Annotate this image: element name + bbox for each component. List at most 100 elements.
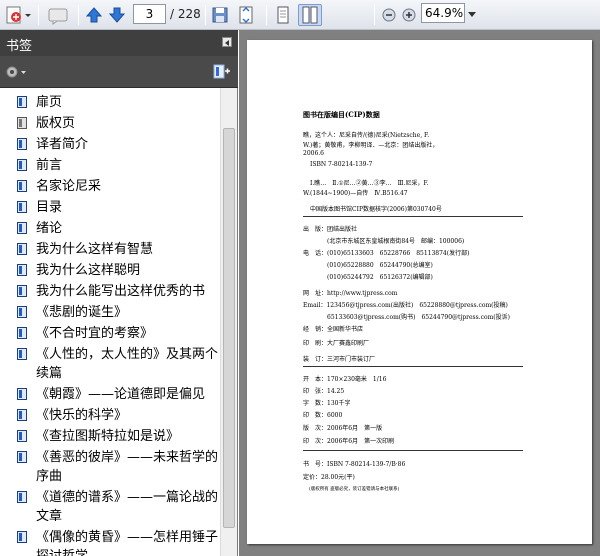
divider bbox=[303, 366, 523, 367]
zoom-dropdown-icon[interactable] bbox=[466, 4, 478, 26]
bookmark-icon bbox=[17, 388, 27, 400]
collapse-panel-icon[interactable] bbox=[222, 37, 232, 47]
toolbar-separator bbox=[205, 5, 206, 25]
next-page-icon[interactable] bbox=[107, 4, 127, 26]
bookmark-item[interactable]: 版权页 bbox=[0, 113, 220, 134]
bookmark-item[interactable]: 《朝霞》——论道德即是偏见 bbox=[0, 384, 220, 405]
bookmark-icon bbox=[17, 159, 27, 171]
bookmark-item[interactable]: 我为什么这样有智慧 bbox=[0, 239, 220, 260]
bookmark-item[interactable]: 译者简介 bbox=[0, 134, 220, 155]
publisher-line: Email：123456@tjpress.com(出版社) 65228880@t… bbox=[303, 302, 508, 309]
toolbar-separator bbox=[374, 5, 375, 25]
bookmark-icon bbox=[17, 96, 27, 108]
save-icon[interactable] bbox=[210, 4, 230, 26]
previous-page-icon[interactable] bbox=[84, 4, 104, 26]
bookmark-label: 《悲剧的诞生》 bbox=[36, 305, 128, 320]
spec-line: 开 本：170×230毫米 1/16 bbox=[303, 376, 387, 383]
publisher-line: 65133603@tjpress.com(购书) 65244790@tjpres… bbox=[303, 314, 510, 321]
bookmark-label: 前言 bbox=[36, 158, 63, 173]
bookmark-item[interactable]: 扉页 bbox=[0, 92, 220, 113]
bookmark-label: 版权页 bbox=[36, 116, 76, 131]
zoom-in-icon[interactable] bbox=[401, 4, 417, 26]
scrollbar-thumb[interactable] bbox=[223, 128, 235, 528]
two-page-view-icon[interactable] bbox=[298, 4, 322, 26]
page-total-label: / 228 bbox=[170, 7, 201, 21]
publisher-line: 出 版：团结出版社 bbox=[303, 226, 358, 233]
bookmark-label: 《不合时宜的考察》 bbox=[36, 326, 154, 341]
zoom-level-input[interactable]: 64.9% bbox=[421, 3, 465, 23]
toolbar-separator bbox=[38, 5, 39, 25]
publisher-line: (010)65228880 65244790(总编室) bbox=[303, 262, 433, 269]
cip-line: ISBN 7-80214-139-7 bbox=[310, 161, 373, 168]
bookmark-item[interactable]: 我为什么这样聪明 bbox=[0, 260, 220, 281]
spec-line: 印 张：14.25 bbox=[303, 388, 345, 395]
bookmark-item[interactable]: 绪论 bbox=[0, 218, 220, 239]
footer-note: (版权所有 盗版必究，装订差错请与本社联系) bbox=[309, 487, 400, 492]
toolbar-separator bbox=[78, 5, 79, 25]
publisher-line: 网 址：http://www.tjpress.com bbox=[303, 290, 398, 297]
toolbar-separator bbox=[266, 5, 267, 25]
bookmark-item[interactable]: 名家论尼采 bbox=[0, 176, 220, 197]
bookmark-label: 我为什么这样有智慧 bbox=[36, 242, 154, 257]
bookmark-item[interactable]: 前言 bbox=[0, 155, 220, 176]
publisher-line: (010)65244792 65126372(编辑部) bbox=[303, 274, 433, 281]
bookmark-label: 《快乐的科学》 bbox=[36, 408, 128, 423]
bookmark-item[interactable]: 《人性的，太人性的》及其两个续篇 bbox=[0, 344, 220, 384]
cip-line: W.(1844~1900)—自传 Ⅳ.B516.47 bbox=[303, 190, 408, 197]
publisher-line: 经 销：全国新华书店 bbox=[303, 326, 364, 333]
bookmark-label: 《道德的谱系》——一篇论战的文章 bbox=[36, 490, 219, 524]
bookmark-label: 目录 bbox=[36, 200, 63, 215]
page-number-input[interactable]: 3 bbox=[133, 4, 166, 24]
bookmark-icon bbox=[17, 222, 27, 234]
spec-line: 版 次：2006年6月 第一版 bbox=[303, 425, 383, 432]
bookmark-item[interactable]: 《查拉图斯特拉如是说》 bbox=[0, 426, 220, 447]
cip-line: Ⅰ.瞧… Ⅱ.①尼…②黄…③李… Ⅲ.尼采，F. bbox=[310, 180, 429, 187]
bookmark-label: 《偶像的黄昏》——怎样用锤子探讨哲学 bbox=[36, 530, 219, 556]
divider bbox=[303, 450, 523, 451]
bookmark-label: 《人性的，太人性的》及其两个续篇 bbox=[36, 347, 219, 381]
zoom-out-icon[interactable] bbox=[381, 4, 397, 26]
bookmark-icon bbox=[17, 180, 27, 192]
cip-line: 瞧，这个人：尼采自传/(德)尼采(Nietzsche, F. bbox=[303, 132, 430, 139]
spec-line: 印 次：2006年6月 第一次印刷 bbox=[303, 438, 395, 445]
bookmark-item[interactable]: 《快乐的科学》 bbox=[0, 405, 220, 426]
publisher-line: 印 刷：大厂赛鑫印刷厂 bbox=[303, 340, 370, 347]
bookmark-label: 我为什么能写出这样优秀的书 bbox=[36, 284, 206, 299]
document-view[interactable]: 图书在版编目(CIP)数据 瞧，这个人：尼采自传/(德)尼采(Nietzsche… bbox=[239, 30, 600, 556]
publisher-line: (北京市东城区东皇城根南街84号 邮编：100006) bbox=[303, 238, 465, 245]
bookmark-label: 《查拉图斯特拉如是说》 bbox=[36, 429, 180, 444]
bookmarks-panel: 书签 扉页 版权页 译者简介 前言 名家论尼采 目录 绪论 我为什么这样有智慧 … bbox=[0, 30, 238, 556]
bookmark-label: 《善恶的彼岸》——未来哲学的序曲 bbox=[36, 450, 219, 484]
panel-header: 书签 bbox=[0, 30, 238, 56]
isbn-line: 书 号：ISBN 7-80214-139-7/B·86 bbox=[303, 461, 406, 468]
bookmark-icon bbox=[17, 117, 27, 129]
cip-line: 2006.6 bbox=[303, 150, 324, 157]
new-bookmark-icon[interactable] bbox=[212, 63, 232, 81]
bookmark-icon bbox=[17, 138, 27, 150]
options-gear-icon[interactable] bbox=[5, 64, 27, 80]
comment-icon[interactable] bbox=[44, 4, 74, 26]
fit-page-icon[interactable] bbox=[236, 4, 256, 26]
bookmark-list: 扉页 版权页 译者简介 前言 名家论尼采 目录 绪论 我为什么这样有智慧 我为什… bbox=[0, 88, 220, 556]
bookmark-item[interactable]: 《偶像的黄昏》——怎样用锤子探讨哲学 bbox=[0, 527, 220, 556]
bookmark-label: 扉页 bbox=[36, 95, 63, 110]
bookmark-label: 我为什么这样聪明 bbox=[36, 263, 141, 278]
bookmark-label: 绪论 bbox=[36, 221, 63, 236]
bookmark-icon bbox=[17, 409, 27, 421]
bookmark-item[interactable]: 《悲剧的诞生》 bbox=[0, 302, 220, 323]
divider bbox=[303, 216, 523, 217]
bookmark-item[interactable]: 目录 bbox=[0, 197, 220, 218]
price-line: 定价：28.00元(平) bbox=[303, 474, 355, 481]
bookmark-item[interactable]: 我为什么能写出这样优秀的书 bbox=[0, 281, 220, 302]
publisher-line: 电 话：(010)65133603 65228766 85113874(发行部) bbox=[303, 250, 470, 257]
bookmark-item[interactable]: 《道德的谱系》——一篇论战的文章 bbox=[0, 487, 220, 527]
bookmark-label: 《朝霞》——论道德即是偏见 bbox=[36, 387, 206, 402]
bookmark-scrollbar[interactable] bbox=[220, 88, 237, 556]
bookmark-item[interactable]: 《不合时宜的考察》 bbox=[0, 323, 220, 344]
create-pdf-icon[interactable] bbox=[4, 4, 34, 26]
bookmark-icon bbox=[17, 451, 27, 463]
bookmark-item[interactable]: 《善恶的彼岸》——未来哲学的序曲 bbox=[0, 447, 220, 487]
pdf-page: 图书在版编目(CIP)数据 瞧，这个人：尼采自传/(德)尼采(Nietzsche… bbox=[247, 40, 592, 544]
single-page-view-icon[interactable] bbox=[272, 4, 294, 26]
bookmark-icon bbox=[17, 491, 27, 503]
